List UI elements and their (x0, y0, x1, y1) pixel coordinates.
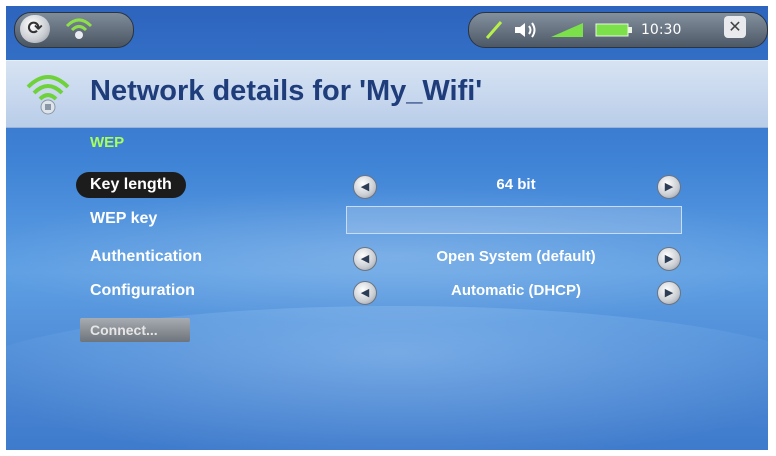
arrow-right-icon[interactable]: ▶ (657, 175, 681, 199)
battery-icon (595, 23, 632, 37)
setting-value: 64 bit (496, 176, 536, 193)
setting-value: Open System (default) (436, 248, 596, 265)
setting-row-wep-key[interactable]: WEP key (6, 204, 768, 238)
page-title: Network details for 'My_Wifi' (90, 75, 483, 107)
setting-label: WEP key (90, 210, 158, 227)
wifi-icon (26, 75, 70, 115)
setting-label[interactable]: Key length (76, 172, 186, 198)
setting-row-configuration[interactable]: Configuration ◀ Automatic (DHCP) ▶ (6, 276, 768, 310)
wep-key-input[interactable] (346, 206, 682, 234)
arrow-right-icon[interactable]: ▶ (657, 247, 681, 271)
arrow-left-icon[interactable]: ◀ (353, 281, 377, 305)
setting-label: Configuration (90, 282, 195, 299)
screen: ⟳ 10:30 ✕ Network details for 'My_Wifi' … (6, 6, 768, 450)
usb-icon (485, 21, 503, 39)
setting-value: Automatic (DHCP) (451, 282, 581, 299)
refresh-icon[interactable]: ⟳ (20, 15, 50, 43)
arrow-left-icon[interactable]: ◀ (353, 247, 377, 271)
status-bar: 10:30 (468, 12, 768, 48)
section-label: WEP (90, 134, 125, 151)
arrow-left-icon[interactable]: ◀ (353, 175, 377, 199)
setting-row-authentication[interactable]: Authentication ◀ Open System (default) ▶ (6, 242, 768, 276)
close-icon[interactable]: ✕ (724, 16, 746, 38)
arrow-right-icon[interactable]: ▶ (657, 281, 681, 305)
setting-label: Authentication (90, 248, 202, 265)
connect-button[interactable]: Connect... (80, 318, 190, 342)
signal-strength-icon (551, 23, 583, 37)
volume-icon (515, 22, 536, 38)
setting-row-key-length[interactable]: Key length ◀ 64 bit ▶ (6, 170, 768, 204)
clock: 10:30 (641, 22, 682, 38)
wifi-icon (65, 18, 93, 39)
page-header: Network details for 'My_Wifi' (6, 60, 768, 128)
